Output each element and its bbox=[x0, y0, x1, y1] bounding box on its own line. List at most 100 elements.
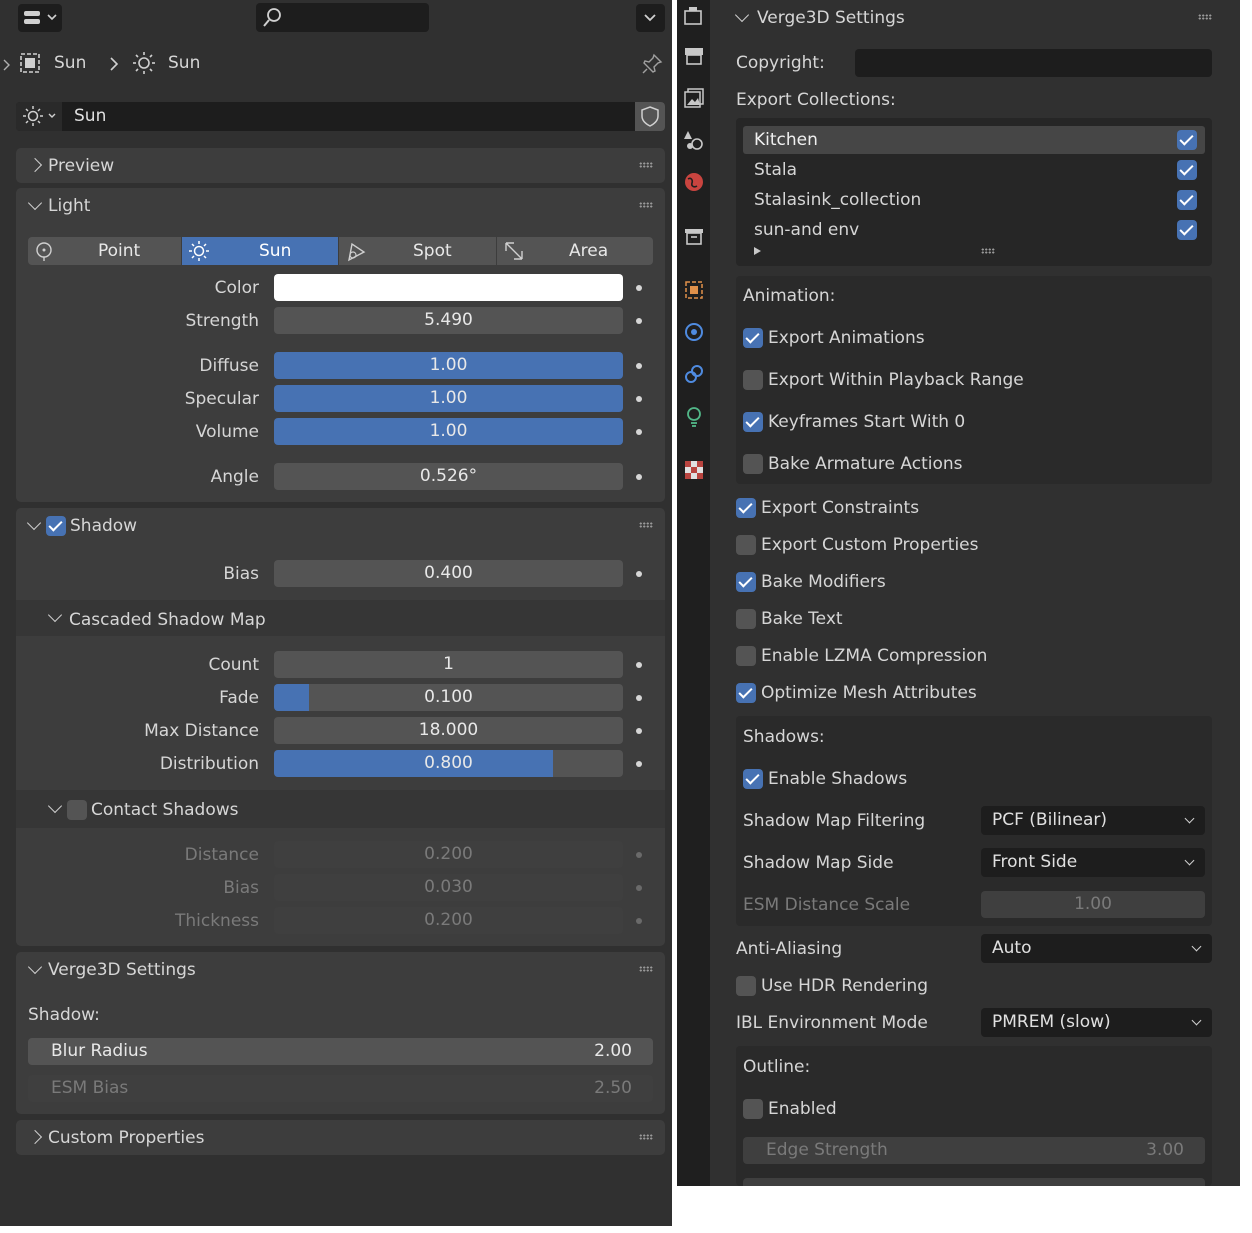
light-data-tab-icon[interactable] bbox=[682, 404, 706, 428]
bake-armature-checkbox[interactable] bbox=[743, 454, 763, 474]
optimize-mesh-checkbox[interactable] bbox=[736, 683, 756, 703]
breadcrumb-light[interactable]: Sun bbox=[168, 53, 200, 73]
editor-type-button[interactable] bbox=[18, 4, 62, 32]
shadow-bias-field[interactable]: 0.400 bbox=[274, 560, 623, 587]
keyframe-dot[interactable] bbox=[636, 852, 642, 858]
physics-tab-icon[interactable] bbox=[682, 320, 706, 344]
contact-shadows-checkbox[interactable] bbox=[67, 800, 87, 820]
keyframe-dot[interactable] bbox=[636, 695, 642, 701]
collection-checkbox[interactable] bbox=[1177, 190, 1197, 210]
chevron-down-icon[interactable] bbox=[734, 7, 750, 23]
bake-text-checkbox[interactable] bbox=[736, 609, 756, 629]
list-item[interactable]: Kitchen bbox=[754, 130, 818, 150]
collection-tab-icon[interactable] bbox=[682, 224, 706, 248]
fake-user-button[interactable] bbox=[635, 102, 665, 131]
color-swatch[interactable] bbox=[274, 274, 623, 301]
keyframe-dot[interactable] bbox=[636, 429, 642, 435]
use-hdr-checkbox[interactable] bbox=[736, 976, 756, 996]
drag-handle-icon[interactable] bbox=[639, 966, 653, 972]
texture-tab-icon[interactable] bbox=[682, 458, 706, 482]
drag-handle-icon[interactable] bbox=[1198, 14, 1212, 20]
export-within-playback-checkbox[interactable] bbox=[743, 370, 763, 390]
esm-bias-field[interactable]: ESM Bias 2.50 bbox=[28, 1075, 653, 1102]
preview-panel-header[interactable]: Preview bbox=[16, 148, 665, 183]
keyframe-dot[interactable] bbox=[636, 761, 642, 767]
outline-enabled-checkbox[interactable] bbox=[743, 1099, 763, 1119]
light-type-point[interactable]: Point bbox=[28, 237, 181, 265]
drag-handle-icon[interactable] bbox=[639, 522, 653, 528]
world-tab-icon[interactable] bbox=[682, 170, 706, 194]
drag-handle-icon[interactable] bbox=[639, 202, 653, 208]
copyright-input[interactable] bbox=[855, 49, 1212, 77]
export-animations-checkbox[interactable] bbox=[743, 328, 763, 348]
contact-bias-field[interactable]: 0.030 bbox=[274, 874, 623, 901]
datablock-name[interactable]: Sun bbox=[74, 106, 106, 126]
distribution-slider[interactable]: 0.800 bbox=[274, 750, 623, 777]
drag-handle-icon[interactable] bbox=[639, 162, 653, 168]
collection-checkbox[interactable] bbox=[1177, 220, 1197, 240]
keyframe-dot[interactable] bbox=[636, 918, 642, 924]
render-tab-icon[interactable] bbox=[682, 4, 706, 28]
blur-radius-field[interactable]: Blur Radius 2.00 bbox=[28, 1038, 653, 1065]
pin-icon[interactable] bbox=[640, 52, 664, 76]
keyframes-start-checkbox[interactable] bbox=[743, 412, 763, 432]
esm-distance-scale-field[interactable]: 1.00 bbox=[981, 891, 1205, 918]
object-tab-icon[interactable] bbox=[682, 278, 706, 302]
shadow-map-side-dropdown[interactable]: Front Side bbox=[981, 848, 1205, 877]
enable-shadows-checkbox[interactable] bbox=[743, 769, 763, 789]
keyframe-dot[interactable] bbox=[636, 318, 642, 324]
drag-handle-icon[interactable] bbox=[639, 1134, 653, 1140]
search-input[interactable] bbox=[256, 3, 429, 32]
list-item[interactable]: Stalasink_collection bbox=[754, 190, 921, 210]
csm-subpanel-header[interactable]: Cascaded Shadow Map bbox=[16, 600, 665, 636]
count-field[interactable]: 1 bbox=[274, 651, 623, 678]
list-item[interactable]: Stala bbox=[754, 160, 797, 180]
expand-triangle-icon[interactable] bbox=[752, 246, 762, 256]
contact-thickness-field[interactable]: 0.200 bbox=[274, 907, 623, 934]
keyframe-dot[interactable] bbox=[636, 885, 642, 891]
angle-field[interactable]: 0.526° bbox=[274, 463, 623, 490]
output-tab-icon[interactable] bbox=[682, 44, 706, 68]
edge-strength-field[interactable]: Edge Strength 3.00 bbox=[743, 1137, 1205, 1164]
light-type-area[interactable]: Area bbox=[497, 237, 653, 265]
light-datablock-selector[interactable]: Sun bbox=[16, 102, 665, 131]
fade-slider[interactable]: 0.100 bbox=[274, 684, 623, 711]
custom-properties-header[interactable]: Custom Properties bbox=[16, 1120, 665, 1155]
chevron-down-icon[interactable] bbox=[27, 195, 43, 211]
export-custom-props-checkbox[interactable] bbox=[736, 535, 756, 555]
breadcrumb-object[interactable]: Sun bbox=[54, 53, 86, 73]
keyframe-dot[interactable] bbox=[636, 285, 642, 291]
light-type-browse-button[interactable] bbox=[16, 102, 62, 131]
contact-shadows-header[interactable]: Contact Shadows bbox=[16, 790, 665, 828]
shadow-checkbox[interactable] bbox=[46, 516, 66, 536]
shadow-map-filtering-dropdown[interactable]: PCF (Bilinear) bbox=[981, 806, 1205, 835]
anti-aliasing-dropdown[interactable]: Auto bbox=[981, 934, 1212, 963]
scene-tab-icon[interactable] bbox=[682, 128, 706, 152]
options-dropdown-button[interactable] bbox=[636, 4, 665, 32]
keyframe-dot[interactable] bbox=[636, 474, 642, 480]
list-item[interactable]: sun-and env bbox=[754, 220, 859, 240]
lzma-compression-checkbox[interactable] bbox=[736, 646, 756, 666]
ibl-mode-dropdown[interactable]: PMREM (slow) bbox=[981, 1008, 1212, 1037]
keyframe-dot[interactable] bbox=[636, 396, 642, 402]
collection-checkbox[interactable] bbox=[1177, 130, 1197, 150]
light-type-sun[interactable]: Sun bbox=[182, 237, 338, 265]
chevron-down-icon[interactable] bbox=[27, 959, 43, 975]
keyframe-dot[interactable] bbox=[636, 571, 642, 577]
max-distance-field[interactable]: 18.000 bbox=[274, 717, 623, 744]
keyframe-dot[interactable] bbox=[636, 728, 642, 734]
keyframe-dot[interactable] bbox=[636, 363, 642, 369]
view-layer-tab-icon[interactable] bbox=[682, 86, 706, 110]
strength-field[interactable]: 5.490 bbox=[274, 307, 623, 334]
constraints-tab-icon[interactable] bbox=[682, 362, 706, 386]
specular-slider[interactable]: 1.00 bbox=[274, 385, 623, 412]
contact-distance-field[interactable]: 0.200 bbox=[274, 841, 623, 868]
list-resize-handle-icon[interactable] bbox=[981, 248, 995, 254]
light-type-spot[interactable]: Spot bbox=[339, 237, 496, 265]
keyframe-dot[interactable] bbox=[636, 662, 642, 668]
collection-checkbox[interactable] bbox=[1177, 160, 1197, 180]
volume-slider[interactable]: 1.00 bbox=[274, 418, 623, 445]
diffuse-slider[interactable]: 1.00 bbox=[274, 352, 623, 379]
export-constraints-checkbox[interactable] bbox=[736, 498, 756, 518]
bake-modifiers-checkbox[interactable] bbox=[736, 572, 756, 592]
